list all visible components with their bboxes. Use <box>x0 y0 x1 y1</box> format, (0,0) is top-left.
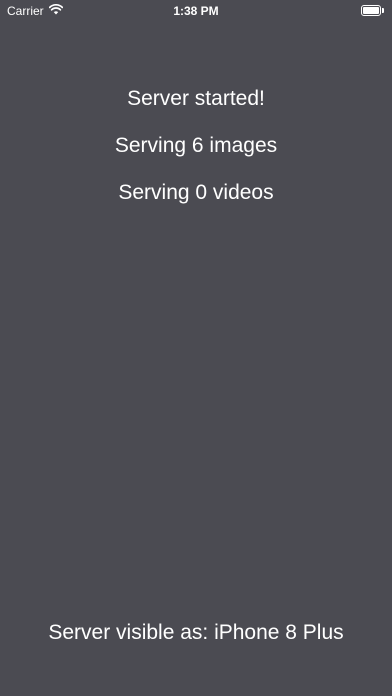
status-bar: Carrier 1:38 PM <box>0 0 392 22</box>
server-status-text: Server started! <box>127 87 265 110</box>
images-count-text: Serving 6 images <box>114 134 278 157</box>
server-visible-as-text: Server visible as: iPhone 8 Plus <box>48 621 344 644</box>
videos-count-text: Serving 0 videos <box>118 181 274 204</box>
status-time: 1:38 PM <box>173 4 219 18</box>
battery-icon <box>361 5 384 16</box>
